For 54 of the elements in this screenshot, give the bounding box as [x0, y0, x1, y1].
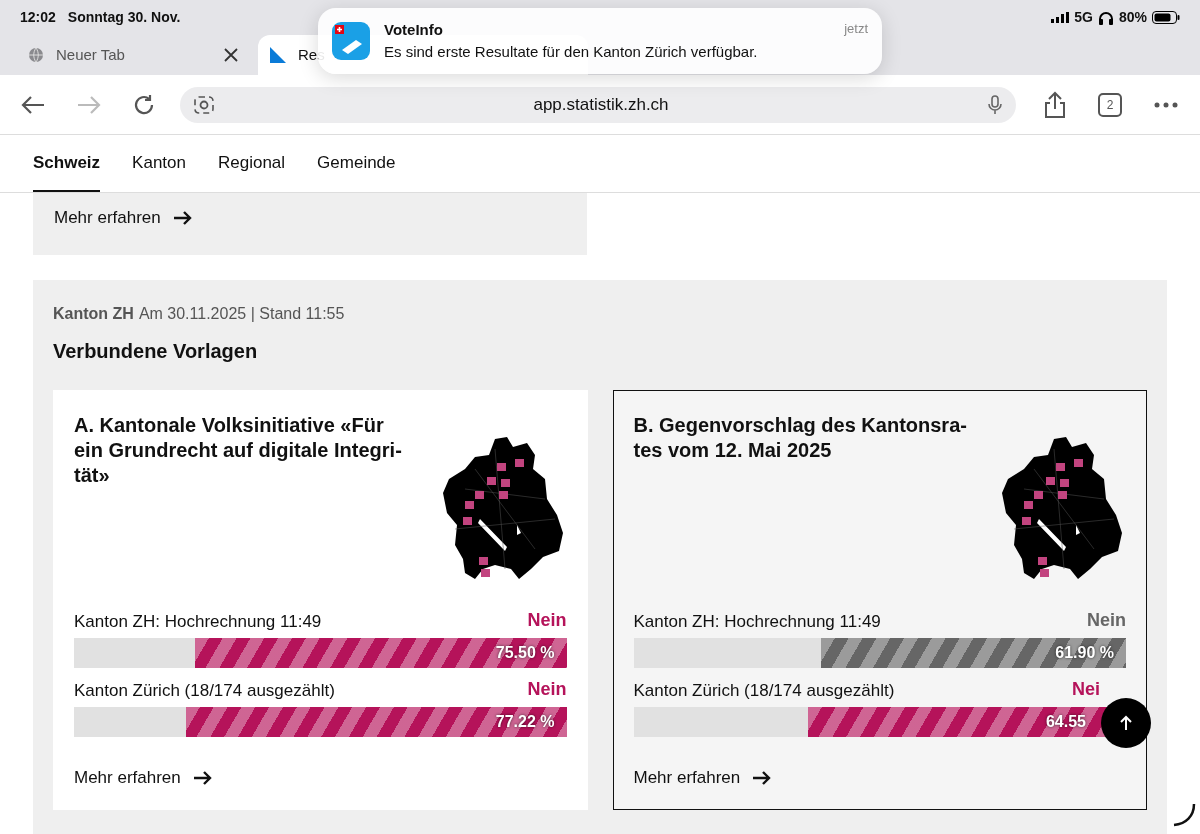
site-logo-icon — [270, 47, 286, 63]
arrow-right-icon — [192, 770, 213, 785]
result-verdict: Nein — [527, 678, 567, 701]
result-percentage: 61.90 % — [1055, 643, 1114, 663]
result-label: Kanton ZH: Hochrechnung 11:49 — [633, 610, 881, 633]
arrow-right-icon — [752, 770, 773, 785]
browser-tab[interactable]: Neuer Tab — [0, 35, 250, 75]
result-label: Kanton ZH: Hochrechnung 11:49 — [74, 610, 322, 633]
nav-tab[interactable]: Gemeinde — [317, 135, 396, 192]
reload-icon[interactable] — [132, 92, 156, 117]
date-label: Am 30.11.2025 | Stand 11:55 — [138, 304, 345, 324]
signal-icon — [1051, 12, 1070, 23]
globe-icon — [28, 47, 44, 63]
notification-toast[interactable]: VoteInfo jetzt Es sind erste Resultate für den Kanton Zürich verfügbar. — [318, 8, 882, 74]
notification-message: Es sind erste Resultate für den Kanton Zürich verfügbar. — [384, 42, 759, 62]
learn-more-link[interactable]: Mehr erfahren — [74, 765, 567, 791]
result-percentage: 64.55 — [1045, 712, 1086, 732]
share-icon[interactable] — [1044, 90, 1066, 119]
address-bar[interactable]: app.statistik.zh.ch — [180, 86, 1016, 123]
result-verdict: Nein — [1087, 609, 1126, 632]
more-icon[interactable] — [1154, 101, 1178, 108]
section-title: Verbundene Vorlagen — [53, 339, 259, 364]
battery-icon — [1152, 11, 1180, 24]
arrow-up-icon — [1120, 715, 1132, 731]
result-verdict: Nein — [527, 609, 567, 632]
headphones-icon — [1097, 10, 1114, 25]
close-icon[interactable] — [224, 48, 238, 62]
result-label: Kanton Zürich (18/174 ausgezählt) — [74, 679, 335, 702]
region-label: Kanton ZH — [53, 304, 134, 324]
notification-app-name: VoteInfo — [384, 19, 443, 40]
nav-tab[interactable]: Regional — [218, 135, 286, 192]
loading-indicator-icon — [1172, 802, 1196, 828]
notification-time: jetzt — [844, 19, 868, 38]
result-verdict: Nei — [1072, 678, 1100, 701]
proposal-card[interactable]: B. Gegenvorschlag des Kantonsra-tes vom 12. Mai 2025 Kanton ZH: Hochrechnung 11:49 Nein 61.90 % Kanton Zürich (18/174 ausgezählt) Nei 64.55 Mehr erfahren — [612, 390, 1147, 810]
status-time: 12:02 — [20, 8, 56, 27]
proposal-title: A. Kantonale Volksinitiative «Für ein Grundrecht auf digitale Integri-tät» — [74, 413, 403, 488]
back-icon[interactable] — [20, 94, 46, 115]
result-label: Kanton Zürich (18/174 ausgezählt) — [633, 679, 895, 702]
proposal-card[interactable]: A. Kantonale Volksinitiative «Für ein Grundrecht auf digitale Integri-tät» Kanton ZH: Hochrechnung 11:49 Nein 75.50 % Kanton Zürich (18/174 ausgezählt) Nein 77.22 % Mehr erfahren — [53, 390, 588, 810]
camera-search-icon — [194, 95, 214, 114]
learn-more-link[interactable]: Mehr erfahren — [54, 205, 193, 231]
battery-percentage: 80% — [1118, 8, 1147, 27]
learn-more-link[interactable]: Mehr erfahren — [633, 765, 1126, 791]
app-icon — [332, 22, 370, 60]
status-date: Sonntag 30. Nov. — [67, 8, 181, 27]
microphone-icon[interactable] — [988, 94, 1002, 115]
nav-tab[interactable]: Kanton — [132, 135, 186, 192]
tab-count-button[interactable]: 2 — [1098, 92, 1122, 117]
result-percentage: 75.50 % — [495, 643, 555, 663]
arrow-right-icon — [172, 210, 193, 225]
result-percentage: 77.22 % — [495, 712, 555, 732]
network-label: 5G — [1074, 8, 1093, 27]
proposal-title: B. Gegenvorschlag des Kantonsra-tes vom 12. Mai 2025 — [633, 413, 968, 463]
